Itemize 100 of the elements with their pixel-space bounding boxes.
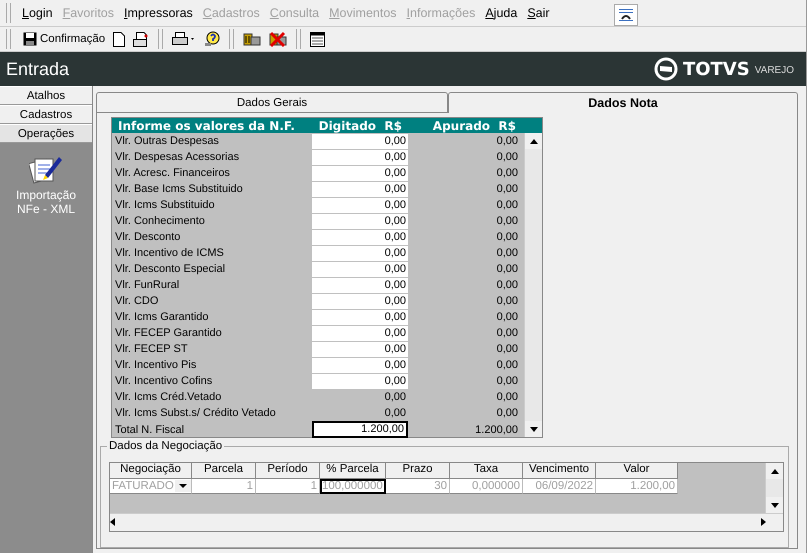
computed-value: 0,00 [496,231,518,243]
brand-subtitle: VAREJO [754,65,794,76]
group-title: Dados da Negociação [108,440,224,452]
column-header: Prazo [386,463,450,479]
tab[interactable]: Dados Nota [448,92,798,113]
table-cell: 06/09/2022 [523,479,596,494]
row-label: Vlr. FECEP Garantido [114,327,223,339]
value-field[interactable]: 0,00 [312,326,408,340]
value-field[interactable]: 0,00 [312,182,408,196]
value-field[interactable]: 1.200,00 [312,421,408,438]
computed-value: 0,00 [496,391,518,403]
computed-value: 0,00 [496,279,518,291]
row-label: Vlr. Incentivo Pis [114,359,198,371]
column-header: Digitado R$ [318,118,403,132]
help-button[interactable] [202,29,222,49]
table-cell: 0,000000 [450,479,523,494]
new-document-button[interactable] [111,29,128,49]
value-field[interactable]: 0,00 [312,166,408,180]
table-title: Informe os valores da N.F. [117,118,296,132]
page-title: Entrada [6,58,70,80]
value-field[interactable]: 0,00 [312,278,408,292]
row-label: Vlr. Incentivo de ICMS [114,247,225,259]
column-header: Valor [596,463,678,479]
column-header: Negociação [110,463,192,479]
computed-value: 0,00 [496,247,518,259]
brand-name: TOTVS [682,58,750,80]
computed-value: 0,00 [496,359,518,371]
horizontal-scrollbar[interactable] [110,513,783,531]
row-label: Vlr. FECEP ST [114,343,189,355]
value-text: 0,00 [384,390,407,404]
value-field[interactable]: 0,00 [312,294,408,308]
value-field[interactable]: 0,00 [312,134,408,148]
value-field[interactable]: 0,00 [312,198,408,212]
value-field[interactable]: 0,00 [312,150,408,164]
table-cell: 100,000000 [320,479,386,494]
computed-value: 0,00 [496,343,518,355]
computed-value: 0,00 [496,135,518,147]
computed-value: 0,00 [496,183,518,195]
table-cell: 1 [192,479,256,494]
row-label: Vlr. Icms Garantido [114,311,210,323]
computed-value: 0,00 [496,375,518,387]
computed-value: 0,00 [496,295,518,307]
arch-lines-icon[interactable] [618,8,634,22]
scroll-right-icon[interactable] [761,518,766,526]
sidebar-tab[interactable]: Operações [0,124,92,143]
save-icon[interactable] [23,32,37,46]
sidebar-tab[interactable]: Cadastros [0,105,92,124]
menu-item[interactable]: Impressoras [119,6,198,20]
computed-value: 0,00 [496,407,518,419]
row-label: Vlr. Conhecimento [114,215,206,227]
vertical-scrollbar[interactable] [524,133,542,437]
row-label: Vlr. FunRural [114,279,180,291]
computed-value: 0,00 [496,215,518,227]
scroll-down-icon[interactable] [770,502,778,508]
row-label: Vlr. CDO [114,295,160,307]
row-label: Vlr. Icms Substituido [114,199,216,211]
row-label: Vlr. Icms Créd.Vetado [114,391,222,403]
computed-value: 0,00 [496,151,518,163]
value-field[interactable]: 0,00 [312,342,408,356]
scroll-down-icon[interactable] [530,426,538,432]
column-header: Vencimento [523,463,596,479]
value-field[interactable]: 0,00 [312,374,408,388]
scroll-left-icon[interactable] [110,518,115,526]
column-header: Período [256,463,320,479]
computed-value: 0,00 [496,327,518,339]
vertical-scrollbar[interactable] [765,463,783,513]
calendar-button[interactable] [308,29,328,49]
value-field[interactable]: 0,00 [312,214,408,228]
row-label: Vlr. Acresc. Financeiros [114,167,231,179]
menu-item[interactable]: Ajuda [480,6,522,20]
ribbon-toggle-button[interactable] [614,4,638,26]
row-label: Total N. Fiscal [114,424,186,436]
value-field[interactable]: 0,00 [312,230,408,244]
computed-value: 0,00 [496,167,518,179]
column-header: Taxa [450,463,523,479]
row-label: Vlr. Desconto [114,231,182,243]
column-header: Parcela [192,463,256,479]
row-label: Vlr. Incentivo Cofins [114,375,214,387]
row-label: Vlr. Base Icms Substituido [114,183,244,195]
logo-icon [654,57,678,81]
value-field[interactable]: 0,00 [312,358,408,372]
row-label: Vlr. Icms Subst.s/ Crédito Vetado [114,407,277,419]
value-field[interactable]: 0,00 [312,310,408,324]
tab[interactable]: Dados Gerais [96,92,448,113]
confirm-button[interactable]: Confirmação [21,29,108,49]
menu-item[interactable]: Login [17,6,58,20]
value-field[interactable]: 0,00 [312,262,408,276]
dropdown-caret-icon[interactable] [175,480,191,492]
column-header: Apurado R$ [432,118,517,132]
row-label: Vlr. Desconto Especial [114,263,226,275]
value-field[interactable]: 0,00 [312,246,408,260]
cancel-machine-button[interactable] [267,29,290,49]
computed-value: 0,00 [496,263,518,275]
computed-value: 1.200,00 [474,424,518,436]
table-cell: 1.200,00 [596,479,678,494]
scroll-up-icon[interactable] [530,138,538,144]
scroll-up-icon[interactable] [770,468,778,474]
menu-item[interactable]: Sair [522,6,555,20]
sidebar-tab[interactable]: Atalhos [0,86,92,105]
row-label: Vlr. Outras Despesas [114,135,220,147]
